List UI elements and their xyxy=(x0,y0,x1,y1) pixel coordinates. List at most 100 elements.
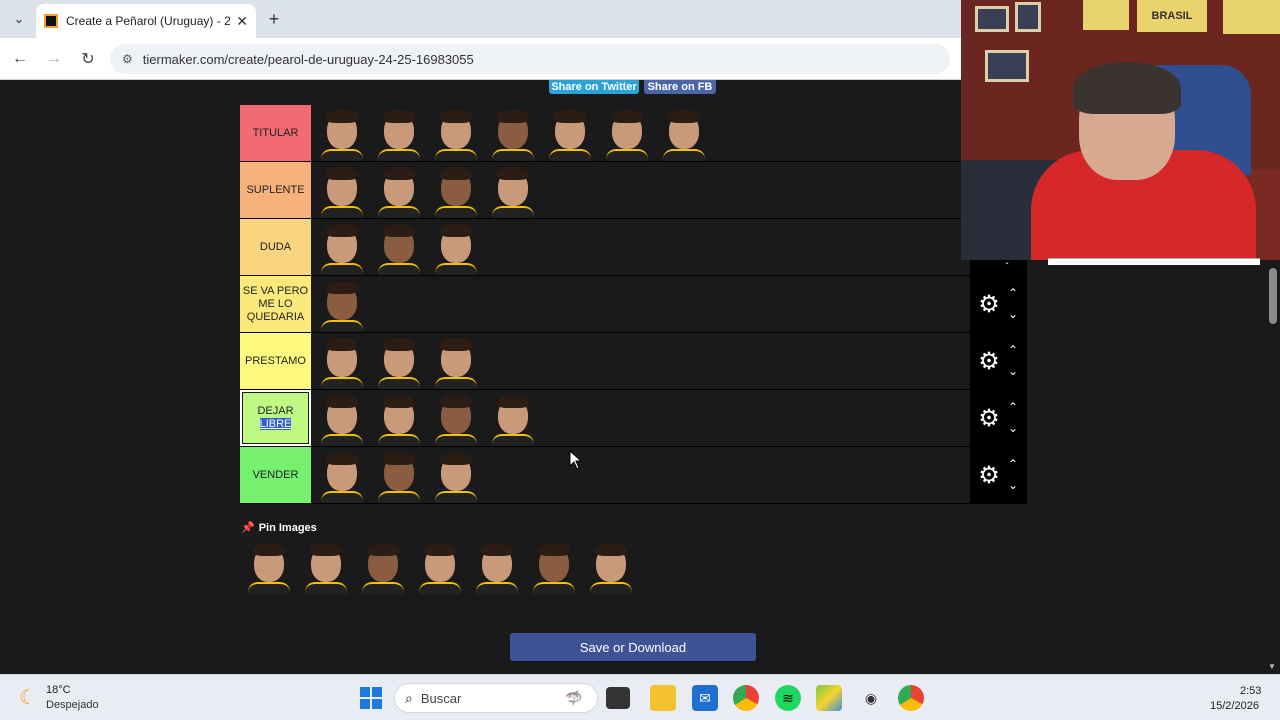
chrome-icon[interactable] xyxy=(733,685,759,711)
player-thumbnail[interactable] xyxy=(317,392,367,446)
player-shirt xyxy=(492,434,534,446)
tab-search-chevron-icon[interactable]: ⌄ xyxy=(8,8,30,30)
tier-items[interactable] xyxy=(311,447,970,503)
player-thumbnail[interactable] xyxy=(317,221,367,275)
move-down-icon[interactable]: ⌄ xyxy=(1006,478,1020,492)
player-thumbnail[interactable] xyxy=(659,107,709,161)
player-thumbnail[interactable] xyxy=(431,107,481,161)
player-thumbnail[interactable] xyxy=(317,449,367,503)
spotify-icon[interactable]: ≋ xyxy=(775,685,801,711)
back-arrow-icon[interactable]: ← xyxy=(9,48,31,70)
gear-icon[interactable]: ⚙ xyxy=(975,461,1003,489)
player-thumbnail[interactable] xyxy=(301,540,351,594)
player-thumbnail[interactable] xyxy=(488,164,538,218)
player-hair xyxy=(440,395,472,408)
clock-date[interactable]: 15/2/2026 xyxy=(1210,700,1259,712)
player-thumbnail[interactable] xyxy=(317,107,367,161)
player-thumbnail[interactable] xyxy=(358,540,408,594)
tier-label[interactable]: VENDER xyxy=(240,447,311,503)
scrollbar-thumb[interactable] xyxy=(1269,268,1277,324)
browser-tab[interactable]: Create a Peñarol (Uruguay) - 20 ✕ xyxy=(36,4,256,38)
forward-arrow-icon[interactable]: → xyxy=(43,48,65,70)
tier-items[interactable] xyxy=(311,219,970,275)
tier-label[interactable]: SE VA PERO ME LO QUEDARIA xyxy=(240,276,311,332)
player-thumbnail[interactable] xyxy=(488,392,538,446)
tier-items[interactable] xyxy=(311,162,970,218)
share-fb-button[interactable]: Share on FB xyxy=(644,80,716,94)
tier-items[interactable] xyxy=(311,333,970,389)
site-info-icon[interactable]: ⚙ xyxy=(122,52,133,66)
move-down-icon[interactable]: ⌄ xyxy=(1006,307,1020,321)
chrome-profile-icon[interactable] xyxy=(898,685,924,711)
weather-description[interactable]: Despejado xyxy=(46,699,99,711)
move-up-icon[interactable]: ⌃ xyxy=(1006,400,1020,414)
player-thumbnail[interactable] xyxy=(374,164,424,218)
media-app-icon[interactable]: ◉ xyxy=(858,685,884,711)
move-down-icon[interactable]: ⌄ xyxy=(1006,364,1020,378)
player-thumbnail[interactable] xyxy=(317,278,367,332)
gear-icon[interactable]: ⚙ xyxy=(975,290,1003,318)
tier-items[interactable] xyxy=(311,390,970,446)
player-shirt xyxy=(378,434,420,446)
player-thumbnail[interactable] xyxy=(431,449,481,503)
reload-icon[interactable]: ↻ xyxy=(77,48,99,70)
player-thumbnail[interactable] xyxy=(545,107,595,161)
tier-label[interactable]: PRESTAMO xyxy=(240,333,311,389)
tier-items[interactable] xyxy=(311,276,970,332)
unranked-image-pool[interactable] xyxy=(244,540,643,594)
tab-close-icon[interactable]: ✕ xyxy=(236,13,248,30)
tier-label[interactable]: SUPLENTE xyxy=(240,162,311,218)
share-twitter-button[interactable]: Share on Twitter xyxy=(549,80,639,94)
tier-label-editing[interactable]: DEJAR LIBRE xyxy=(240,390,311,446)
moon-weather-icon[interactable]: ☾ xyxy=(16,685,40,709)
player-hair xyxy=(367,543,399,556)
gear-icon[interactable]: ⚙ xyxy=(975,347,1003,375)
pin-images-toggle[interactable]: 📌 Pin Images xyxy=(241,521,317,535)
player-thumbnail[interactable] xyxy=(374,449,424,503)
move-down-icon[interactable]: ⌄ xyxy=(1006,421,1020,435)
player-thumbnail[interactable] xyxy=(244,540,294,594)
player-thumbnail[interactable] xyxy=(374,221,424,275)
player-thumbnail[interactable] xyxy=(488,107,538,161)
save-download-button[interactable]: Save or Download xyxy=(510,633,756,661)
tier-items[interactable] xyxy=(311,105,970,161)
player-hair xyxy=(497,110,529,123)
shark-widget-icon[interactable]: 🦈 xyxy=(556,685,592,711)
tier-label[interactable]: DUDA xyxy=(240,219,311,275)
player-hair xyxy=(326,452,358,465)
player-shirt xyxy=(492,149,534,161)
player-thumbnail[interactable] xyxy=(431,164,481,218)
player-thumbnail[interactable] xyxy=(415,540,465,594)
tier-label[interactable]: TITULAR xyxy=(240,105,311,161)
player-hair xyxy=(440,452,472,465)
file-explorer-icon[interactable] xyxy=(606,687,630,709)
move-up-icon[interactable]: ⌃ xyxy=(1006,457,1020,471)
clock-time[interactable]: 2:53 xyxy=(1240,685,1261,697)
address-bar[interactable]: ⚙ tiermaker.com/create/pearol-de-uruguay… xyxy=(110,44,950,74)
pin-images-label: Pin Images xyxy=(258,521,317,534)
player-shirt xyxy=(435,206,477,218)
player-thumbnail[interactable] xyxy=(431,221,481,275)
player-thumbnail[interactable] xyxy=(602,107,652,161)
gear-icon[interactable]: ⚙ xyxy=(975,404,1003,432)
move-up-icon[interactable]: ⌃ xyxy=(1006,286,1020,300)
player-thumbnail[interactable] xyxy=(317,335,367,389)
new-tab-icon[interactable]: + xyxy=(264,8,284,30)
weather-temperature[interactable]: 18°C xyxy=(46,684,71,696)
player-hair xyxy=(424,543,456,556)
player-thumbnail[interactable] xyxy=(529,540,579,594)
folder-icon[interactable] xyxy=(650,685,676,711)
bluestacks-icon[interactable] xyxy=(816,685,842,711)
player-thumbnail[interactable] xyxy=(374,107,424,161)
windows-start-icon[interactable] xyxy=(358,685,384,711)
player-thumbnail[interactable] xyxy=(431,392,481,446)
player-thumbnail[interactable] xyxy=(374,335,424,389)
player-thumbnail[interactable] xyxy=(431,335,481,389)
player-thumbnail[interactable] xyxy=(317,164,367,218)
scroll-down-arrow-icon[interactable]: ▼ xyxy=(1268,662,1278,672)
outlook-icon[interactable]: ✉ xyxy=(692,685,718,711)
move-up-icon[interactable]: ⌃ xyxy=(1006,343,1020,357)
player-thumbnail[interactable] xyxy=(472,540,522,594)
player-thumbnail[interactable] xyxy=(374,392,424,446)
player-thumbnail[interactable] xyxy=(586,540,636,594)
